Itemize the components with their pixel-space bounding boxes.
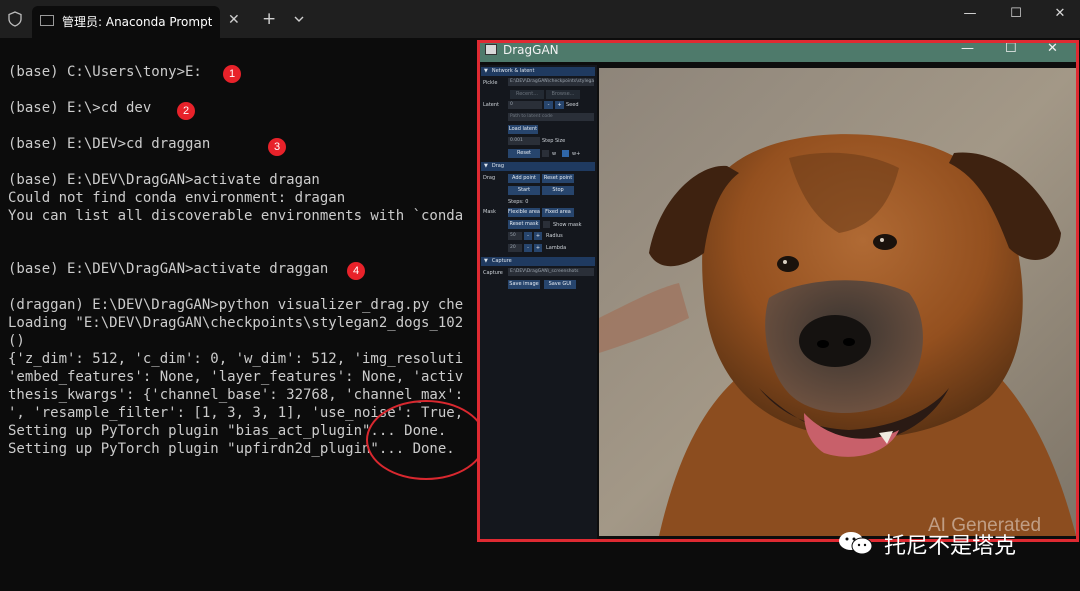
seed-decrement-button[interactable]: - xyxy=(544,101,553,109)
control-panel: ▼ Network & latent Pickle E:\DEV\DragGAN\… xyxy=(480,65,597,539)
terminal-tab[interactable]: 管理员: Anaconda Prompt (Mi ✕ xyxy=(32,6,240,38)
terminal-line: () xyxy=(8,333,25,349)
terminal-line: {'z_dim': 512, 'c_dim': 0, 'w_dim': 512,… xyxy=(8,351,464,367)
draggan-minimize-button[interactable]: — xyxy=(961,41,974,56)
w-label: w xyxy=(552,151,557,157)
shield-icon xyxy=(8,11,22,27)
draggan-titlebar[interactable]: DragGAN — ☐ ✕ xyxy=(477,40,1079,62)
tab-close-icon[interactable]: ✕ xyxy=(228,12,240,28)
radius-field[interactable]: 50 xyxy=(508,232,522,240)
lambda-field[interactable]: 20 xyxy=(508,244,522,252)
minimize-button[interactable]: — xyxy=(950,6,990,21)
seed-label: Seed xyxy=(566,102,579,108)
terminal-line: 'embed_features': None, 'layer_features'… xyxy=(8,369,464,385)
load-latent-button[interactable]: Load latent xyxy=(508,125,538,134)
fixed-area-button[interactable]: Fixed area xyxy=(542,208,574,217)
flexible-area-button[interactable]: Flexible area xyxy=(508,208,540,217)
mask-label: Mask xyxy=(483,209,496,215)
reset-point-button[interactable]: Reset point xyxy=(542,174,574,183)
pickle-label: Pickle xyxy=(483,80,498,86)
reset-button[interactable]: Reset xyxy=(508,149,540,158)
drag-label: Drag xyxy=(483,175,496,181)
step-badge: 2 xyxy=(177,102,195,120)
draggan-title: DragGAN xyxy=(503,43,559,57)
draggan-window: DragGAN — ☐ ✕ ▼ Network & latent Pickle E… xyxy=(477,40,1079,542)
add-point-button[interactable]: Add point xyxy=(508,174,540,183)
section-drag[interactable]: ▼ Drag xyxy=(481,162,595,171)
latent-seed-field[interactable]: 0 xyxy=(508,101,542,109)
lambda-label: Lambda xyxy=(546,245,567,251)
lambda-decrement-button[interactable]: - xyxy=(524,244,532,252)
terminal-tabbar: 管理员: Anaconda Prompt (Mi ✕ + — ☐ ✕ xyxy=(0,0,1080,38)
steps-counter: Steps: 0 xyxy=(508,199,529,205)
terminal-line: You can list all discoverable environmen… xyxy=(8,208,464,224)
highlight-circle xyxy=(366,400,486,480)
wechat-icon xyxy=(839,532,873,555)
collapse-triangle-icon: ▼ xyxy=(484,163,488,169)
save-image-button[interactable]: Save image xyxy=(508,280,540,289)
start-button[interactable]: Start xyxy=(508,186,540,195)
step-size-field[interactable]: 0.001 xyxy=(508,137,540,145)
maximize-button[interactable]: ☐ xyxy=(996,6,1036,21)
section-network-latent[interactable]: ▼ Network & latent xyxy=(481,67,595,76)
step-size-label: Step Size xyxy=(542,138,566,144)
draggan-close-button[interactable]: ✕ xyxy=(1047,41,1058,56)
terminal-line: (base) E:\DEV\DragGAN>activate draggan xyxy=(8,261,329,277)
app-icon xyxy=(485,44,497,55)
radius-decrement-button[interactable]: - xyxy=(524,232,532,240)
radius-label: Radius xyxy=(546,233,563,239)
step-badge: 4 xyxy=(347,262,365,280)
close-button[interactable]: ✕ xyxy=(1040,6,1080,21)
terminal-line: (base) E:\DEV\DragGAN>activate dragan xyxy=(8,172,320,188)
chevron-down-icon[interactable] xyxy=(292,12,306,26)
save-gui-button[interactable]: Save GUI xyxy=(544,280,576,289)
latent-label: Latent xyxy=(483,102,500,108)
capture-path-field[interactable]: E:\DEV\DragGAN\_screenshots xyxy=(508,268,594,276)
terminal-line: Loading "E:\DEV\DragGAN\checkpoints\styl… xyxy=(8,315,464,331)
tab-title: 管理员: Anaconda Prompt (Mi xyxy=(62,15,212,29)
radius-increment-button[interactable]: + xyxy=(534,232,542,240)
reset-mask-button[interactable]: Reset mask xyxy=(508,220,540,229)
recent-button[interactable]: Recent... xyxy=(510,90,544,99)
terminal-line: (base) E:\>cd dev xyxy=(8,100,152,116)
terminal-line: Could not find conda environment: dragan xyxy=(8,190,346,206)
show-mask-label: Show mask xyxy=(553,222,582,228)
new-tab-button[interactable]: + xyxy=(262,9,276,29)
section-label: Drag xyxy=(491,163,505,169)
stop-button[interactable]: Stop xyxy=(542,186,574,195)
terminal-line: thesis_kwargs': {'channel_base': 32768, … xyxy=(8,387,464,403)
browse-button[interactable]: Browse... xyxy=(546,90,580,99)
capture-label: Capture xyxy=(483,270,503,276)
terminal-icon xyxy=(40,15,54,26)
collapse-triangle-icon: ▼ xyxy=(484,258,488,264)
latent-path-input[interactable]: Path to latent code xyxy=(508,113,594,121)
terminal-line: (base) E:\DEV>cd draggan xyxy=(8,136,211,152)
terminal-line: (draggan) E:\DEV\DragGAN>python visualiz… xyxy=(8,297,464,313)
section-capture[interactable]: ▼ Capture xyxy=(481,257,595,266)
section-label: Network & latent xyxy=(491,68,535,74)
lambda-increment-button[interactable]: + xyxy=(534,244,542,252)
seed-increment-button[interactable]: + xyxy=(555,101,564,109)
wplus-label: w+ xyxy=(572,151,581,157)
collapse-triangle-icon: ▼ xyxy=(484,68,488,74)
wplus-checkbox[interactable] xyxy=(562,150,569,157)
pickle-field[interactable]: E:\DEV\DragGAN\checkpoints\stylegan xyxy=(508,78,594,86)
w-checkbox[interactable] xyxy=(542,150,549,157)
draggan-maximize-button[interactable]: ☐ xyxy=(1005,41,1017,56)
step-badge: 3 xyxy=(268,138,286,156)
section-label: Capture xyxy=(491,258,512,264)
show-mask-checkbox[interactable] xyxy=(543,221,550,228)
step-badge: 1 xyxy=(223,65,241,83)
watermark-text: 托尼不是塔克 xyxy=(884,534,1017,559)
generated-image-canvas[interactable] xyxy=(599,68,1076,536)
terminal-line: (base) C:\Users\tony>E: xyxy=(8,64,202,80)
